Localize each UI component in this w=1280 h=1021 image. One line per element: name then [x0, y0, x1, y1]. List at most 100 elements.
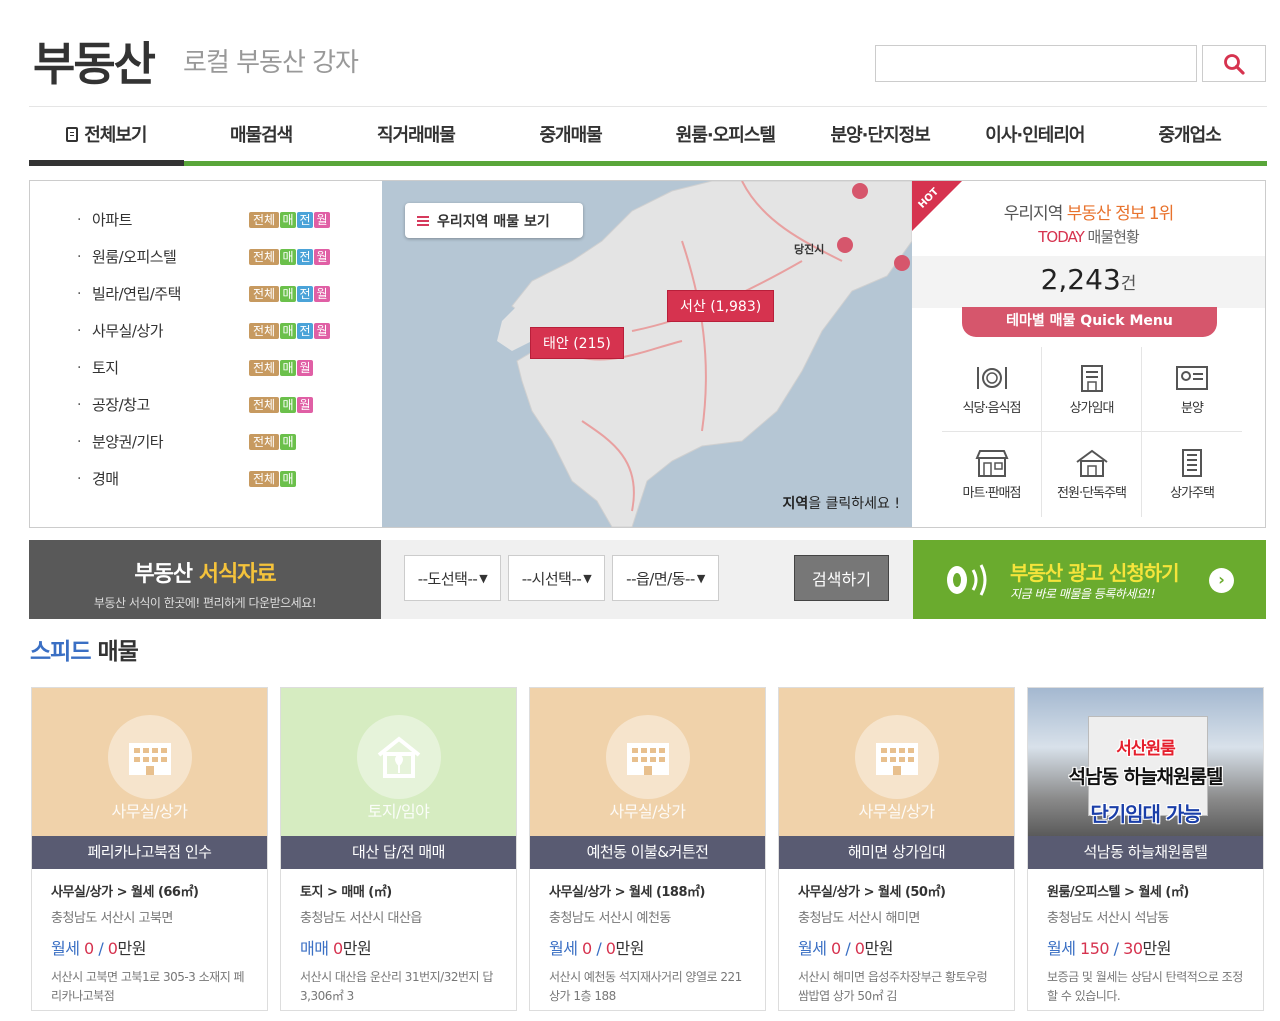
- listing-card[interactable]: 토지/임야 대산 답/전 매매 토지 > 매매 (㎡) 충청남도 서산시 대산읍 매매 …: [280, 687, 517, 1011]
- tag-monthly[interactable]: 월: [314, 322, 330, 339]
- nav-item-label: 직거래매물: [376, 125, 456, 146]
- quick-menu-store-house[interactable]: 상가주택: [1142, 432, 1242, 517]
- listing-card[interactable]: 사무실/상가 해미면 상가임대 사무실/상가 > 월세 (50㎡) 충청남도 서산시 …: [778, 687, 1015, 1011]
- office-building-icon: [626, 743, 669, 775]
- quick-menu-restaurant[interactable]: 식당·음식점: [942, 347, 1042, 432]
- tag-all[interactable]: 전체: [249, 433, 279, 450]
- site-logo[interactable]: 부동산: [33, 28, 156, 94]
- listing-body: 토지 > 매매 (㎡) 충청남도 서산시 대산읍 매매 0만원 서산시 대산읍 운산리…: [281, 869, 516, 1006]
- nav-item-broker-listings[interactable]: 중개매물: [493, 107, 648, 161]
- search-input[interactable]: [875, 45, 1197, 82]
- region-map[interactable]: 당진시 우리지역 매물 보기 서산 (1,983) 태안 (215) 지역을 클…: [382, 181, 912, 527]
- listing-card[interactable]: 사무실/상가 예천동 이불&커튼전 사무실/상가 > 월세 (188㎡) 충청남도 서…: [529, 687, 766, 1011]
- ad-apply-banner[interactable]: 부동산 광고 신청하기 지금 바로 매물을 등록하세요!! ›: [913, 540, 1266, 619]
- tag-monthly[interactable]: 월: [314, 211, 330, 228]
- tag-jeonse[interactable]: 전: [297, 322, 313, 339]
- forms-download-banner[interactable]: 부동산 서식자료 부동산 서식이 한곳에! 편리하게 다운받으세요!: [29, 540, 381, 619]
- tag-all[interactable]: 전체: [249, 322, 279, 339]
- speaker-icon: [947, 564, 987, 596]
- tag-sale[interactable]: 매: [280, 359, 296, 376]
- listing-category: 원룸/오피스텔 > 월세 (㎡): [1047, 885, 1189, 900]
- category-item[interactable]: · 아파트 전체 매 전 월: [30, 201, 382, 238]
- tag-monthly[interactable]: 월: [314, 248, 330, 265]
- nav-item-all[interactable]: 전체보기: [29, 107, 184, 161]
- main-panel: · 아파트 전체 매 전 월 · 원룸/오피스텔 전체 매 전 월 · 빌라/연립/주택 전체 매 전 월 · 사무실…: [29, 180, 1266, 528]
- tag-all[interactable]: 전체: [249, 359, 279, 376]
- price-type: 월세: [798, 939, 827, 958]
- category-item[interactable]: · 공장/창고 전체 매 월: [30, 386, 382, 423]
- tag-all[interactable]: 전체: [249, 285, 279, 302]
- town-select-value: --읍/면/동--: [626, 569, 695, 588]
- listing-title: 예천동 이불&커튼전: [530, 836, 765, 869]
- category-name: 경매: [92, 470, 119, 488]
- nav-item-direct[interactable]: 직거래매물: [339, 107, 494, 161]
- tag-jeonse[interactable]: 전: [297, 211, 313, 228]
- province-select[interactable]: --도선택-- ▼: [404, 555, 501, 601]
- ad-title: 부동산 광고 신청하기: [1010, 561, 1180, 585]
- speed-title-rest: 매물: [90, 639, 138, 665]
- listing-title: 석남동 하늘채원룸텔: [1028, 836, 1263, 869]
- quick-menu-label-text: 상가임대: [1069, 400, 1115, 416]
- category-item[interactable]: · 원룸/오피스텔 전체 매 전 월: [30, 238, 382, 275]
- nav-item-presale[interactable]: 분양·단지정보: [803, 107, 958, 161]
- city-select[interactable]: --시선택-- ▼: [508, 555, 605, 601]
- tag-all[interactable]: 전체: [249, 211, 279, 228]
- listing-count: 2,243건: [912, 263, 1265, 296]
- nav-item-label: 중개업소: [1158, 125, 1222, 146]
- quick-menu-house[interactable]: 전원·단독주택: [1042, 432, 1142, 517]
- thumb-label: 사무실/상가: [858, 802, 936, 821]
- quick-menu-label-text: 분양: [1181, 400, 1204, 416]
- tag-sale[interactable]: 매: [280, 396, 296, 413]
- category-item[interactable]: · 빌라/연립/주택 전체 매 전 월: [30, 275, 382, 312]
- tag-sale[interactable]: 매: [280, 211, 296, 228]
- category-item[interactable]: · 경매 전체 매: [30, 460, 382, 497]
- tag-sale[interactable]: 매: [280, 248, 296, 265]
- quick-menu-store-lease[interactable]: 상가임대: [1042, 347, 1142, 432]
- nav-item-agencies[interactable]: 중개업소: [1112, 107, 1267, 161]
- tag-all[interactable]: 전체: [249, 396, 279, 413]
- listing-description: 보증금 및 월세는 상담시 탄력적으로 조정할 수 있습니다.: [1047, 970, 1243, 1003]
- category-item[interactable]: · 분양권/기타 전체 매: [30, 423, 382, 460]
- category-name: 분양권/기타: [92, 433, 164, 451]
- listing-body: 사무실/상가 > 월세 (188㎡) 충청남도 서산시 예천동 월세 0 / 0만원…: [530, 869, 765, 1006]
- map-region-label-seosan[interactable]: 서산 (1,983): [667, 290, 775, 322]
- forms-title-prefix: 부동산: [134, 562, 199, 587]
- my-region-button[interactable]: 우리지역 매물 보기: [405, 203, 583, 238]
- tag-all[interactable]: 전체: [249, 470, 279, 487]
- nav-item-moving[interactable]: 이사·인테리어: [958, 107, 1113, 161]
- price-type: 월세: [1047, 939, 1076, 958]
- quick-menu-presale[interactable]: 분양: [1142, 347, 1242, 432]
- category-name: 아파트: [92, 211, 132, 229]
- town-select[interactable]: --읍/면/동-- ▼: [612, 555, 719, 601]
- search-button[interactable]: [1202, 45, 1266, 82]
- tag-sale[interactable]: 매: [280, 433, 296, 450]
- map-region-label-taean[interactable]: 태안 (215): [530, 327, 624, 359]
- bullet: ·: [77, 433, 82, 450]
- thumb-circle: [356, 715, 441, 799]
- category-item[interactable]: · 사무실/상가 전체 매 전 월: [30, 312, 382, 349]
- tag-monthly[interactable]: 월: [314, 285, 330, 302]
- category-item[interactable]: · 토지 전체 매 월: [30, 349, 382, 386]
- chevron-down-icon: ▼: [479, 571, 488, 585]
- tag-sale[interactable]: 매: [280, 322, 296, 339]
- category-name: 토지: [92, 359, 119, 377]
- nav-item-search[interactable]: 매물검색: [184, 107, 339, 161]
- listing-description: 서산시 대산읍 운산리 31번지/32번지 답3,306㎡ 3: [300, 970, 493, 1003]
- thumb-circle: [605, 715, 690, 799]
- tag-monthly[interactable]: 월: [297, 396, 313, 413]
- quick-menu-mart[interactable]: 마트·판매점: [942, 432, 1042, 517]
- main-nav: 전체보기 매물검색 직거래매물 중개매물 원룸·오피스텔 분양·단지정보 이사·…: [29, 107, 1267, 161]
- tag-jeonse[interactable]: 전: [297, 248, 313, 265]
- tag-all[interactable]: 전체: [249, 248, 279, 265]
- listing-card[interactable]: 서산원룸 석남동 하늘채원룸텔 단기임대 가능 석남동 하늘채원룸텔 원룸/오피스텔 >…: [1027, 687, 1264, 1011]
- listing-card[interactable]: 사무실/상가 페리카나고북점 인수 사무실/상가 > 월세 (66㎡) 충청남도 서산…: [31, 687, 268, 1011]
- tag-sale[interactable]: 매: [280, 285, 296, 302]
- listing-price: 월세 0 / 0만원: [549, 939, 644, 958]
- nav-item-oneroom[interactable]: 원룸·오피스텔: [648, 107, 803, 161]
- price-type: 월세: [51, 939, 80, 958]
- region-search-button[interactable]: 검색하기: [794, 555, 889, 601]
- tag-monthly[interactable]: 월: [297, 359, 313, 376]
- tag-sale[interactable]: 매: [280, 470, 296, 487]
- tag-jeonse[interactable]: 전: [297, 285, 313, 302]
- thumb-label: 사무실/상가: [111, 802, 189, 821]
